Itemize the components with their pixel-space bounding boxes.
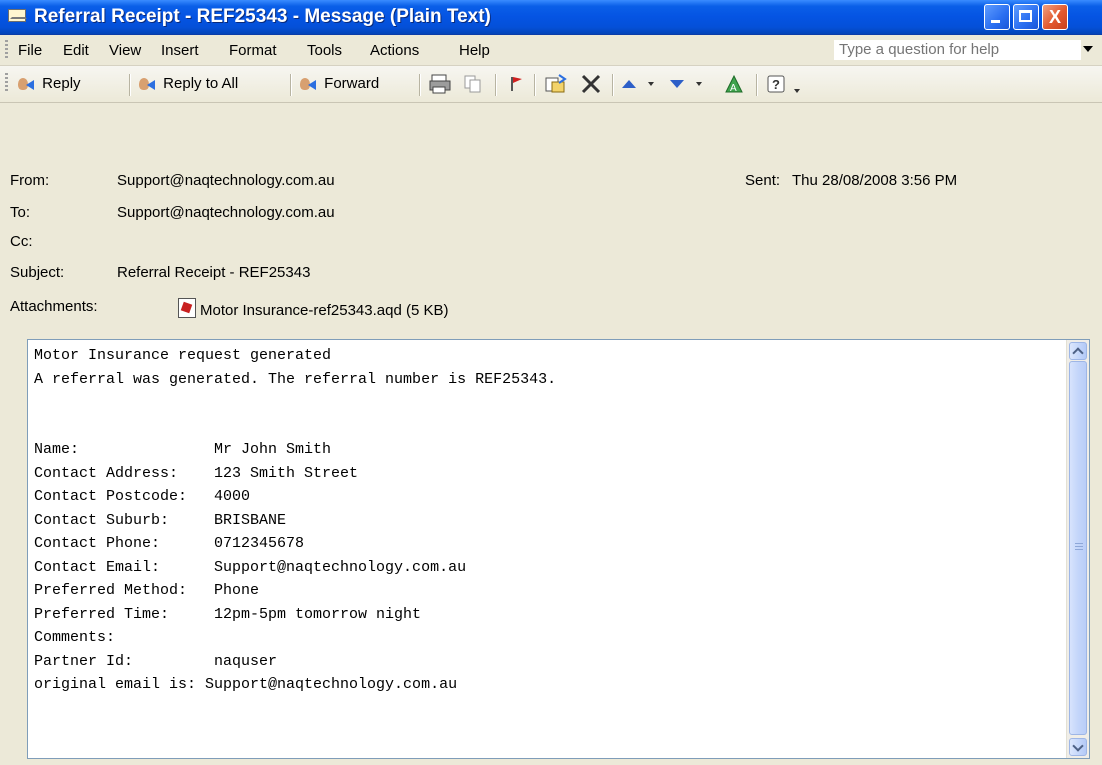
reply-all-button[interactable]: Reply to All — [137, 73, 238, 95]
body-line: Contact Email: Support@naqtechnology.com… — [34, 558, 467, 576]
title-bar[interactable]: Referral Receipt - REF25343 - Message (P… — [0, 0, 1102, 35]
attachment-name[interactable]: Motor Insurance-ref25343.aqd (5 KB) — [200, 302, 448, 319]
next-item-button[interactable] — [670, 73, 703, 95]
follow-up-flag-button[interactable] — [507, 73, 525, 95]
chevron-up-icon — [1072, 347, 1084, 359]
forward-icon — [298, 76, 320, 92]
chevron-down-icon — [1072, 740, 1084, 752]
toolbar-separator — [534, 74, 536, 96]
address-book-button[interactable]: A — [722, 73, 746, 95]
svg-text:A: A — [730, 83, 737, 94]
body-line: Contact Postcode: 4000 — [34, 488, 251, 505]
help-dropdown-arrow-icon[interactable] — [1083, 46, 1093, 52]
to-label: To: — [10, 204, 31, 221]
body-line: Contact Suburb: BRISBANE — [34, 511, 287, 529]
body-line: Name: Mr John Smith — [34, 441, 332, 458]
delete-button[interactable] — [580, 73, 602, 95]
menu-grip[interactable] — [5, 40, 8, 60]
body-line: Contact Phone: 0712345678 — [34, 535, 305, 552]
attachments-label: Attachments: — [10, 298, 98, 315]
body-line: A referral was generated. The referral n… — [34, 370, 557, 388]
move-to-folder-button[interactable] — [543, 73, 569, 95]
envelope-icon — [8, 9, 26, 22]
toolbar-separator — [612, 74, 614, 96]
vertical-scrollbar[interactable] — [1066, 340, 1089, 758]
svg-text:?: ? — [772, 77, 780, 92]
copy-icon — [464, 75, 481, 93]
reply-all-label: Reply to All — [163, 75, 239, 92]
close-button[interactable]: X — [1042, 4, 1068, 30]
copy-button[interactable] — [462, 73, 484, 95]
minimize-button[interactable] — [984, 4, 1010, 30]
menu-insert[interactable]: Insert — [161, 42, 199, 59]
address-book-icon: A — [725, 74, 743, 94]
menu-actions[interactable]: Actions — [370, 42, 419, 59]
print-icon — [429, 74, 451, 94]
attachment-file-icon[interactable] — [178, 298, 196, 318]
next-dropdown-icon — [696, 82, 703, 87]
standard-toolbar: Reply Reply to All Forward A ? — [0, 66, 1102, 103]
menu-tools[interactable]: Tools — [307, 42, 342, 59]
window-title: Referral Receipt - REF25343 - Message (P… — [34, 6, 491, 27]
minimize-icon — [991, 20, 1000, 23]
ask-question-input[interactable] — [834, 40, 1081, 60]
toolbar-options-icon — [794, 89, 801, 94]
body-line: Motor Insurance request generated — [34, 347, 332, 364]
toolbar-separator — [756, 74, 758, 96]
body-line: original email is: Support@naqtechnology… — [34, 676, 458, 693]
flag-icon — [511, 77, 522, 91]
toolbar-separator — [419, 74, 421, 96]
forward-label: Forward — [324, 75, 380, 92]
message-window: Referral Receipt - REF25343 - Message (P… — [0, 0, 1102, 765]
to-value[interactable]: Support@naqtechnology.com.au — [117, 204, 335, 221]
cc-label: Cc: — [10, 233, 33, 250]
from-label: From: — [10, 172, 50, 189]
previous-item-icon — [622, 80, 636, 89]
menu-format[interactable]: Format — [229, 42, 277, 59]
help-button[interactable]: ? — [766, 73, 801, 95]
close-icon: X — [1048, 7, 1061, 27]
menu-edit[interactable]: Edit — [63, 42, 89, 59]
scrollbar-thumb[interactable] — [1069, 361, 1087, 735]
menu-help[interactable]: Help — [459, 42, 490, 59]
previous-dropdown-icon — [648, 82, 655, 87]
delete-icon — [581, 74, 601, 94]
toolbar-separator — [129, 74, 131, 96]
next-item-icon — [670, 80, 684, 89]
print-button[interactable] — [428, 73, 452, 95]
subject-label: Subject: — [10, 264, 65, 281]
menu-view[interactable]: View — [109, 42, 141, 59]
scroll-up-button[interactable] — [1069, 342, 1087, 360]
message-body-text[interactable]: Motor Insurance request generated A refe… — [34, 344, 1059, 697]
subject-value: Referral Receipt - REF25343 — [117, 264, 311, 281]
body-line: Partner Id: naquser — [34, 652, 278, 670]
reply-all-icon — [137, 76, 159, 92]
maximize-icon — [1019, 10, 1032, 22]
body-line: Preferred Time: 12pm-5pm tomorrow night — [34, 605, 422, 623]
toolbar-separator — [290, 74, 292, 96]
sent-value: Thu 28/08/2008 3:56 PM — [792, 172, 958, 189]
maximize-button[interactable] — [1013, 4, 1039, 30]
toolbar-grip[interactable] — [5, 73, 8, 93]
thumb-grip — [1075, 549, 1083, 550]
forward-button[interactable]: Forward — [298, 73, 379, 95]
thumb-grip — [1075, 546, 1083, 547]
menu-file[interactable]: File — [18, 42, 42, 59]
sent-label: Sent: — [745, 172, 781, 189]
thumb-grip — [1075, 543, 1083, 544]
help-icon: ? — [767, 75, 785, 93]
message-body[interactable]: Motor Insurance request generated A refe… — [27, 339, 1090, 759]
reply-icon — [16, 76, 38, 92]
body-line: Comments: — [34, 629, 116, 646]
reply-label: Reply — [42, 75, 81, 92]
body-line: Preferred Method: Phone — [34, 582, 260, 599]
from-value[interactable]: Support@naqtechnology.com.au — [117, 172, 335, 189]
reply-button[interactable]: Reply — [16, 73, 81, 95]
move-to-folder-icon — [545, 74, 567, 93]
previous-item-button[interactable] — [622, 73, 655, 95]
toolbar-separator — [495, 74, 497, 96]
scroll-down-button[interactable] — [1069, 738, 1087, 756]
body-line: Contact Address: 123 Smith Street — [34, 464, 359, 482]
